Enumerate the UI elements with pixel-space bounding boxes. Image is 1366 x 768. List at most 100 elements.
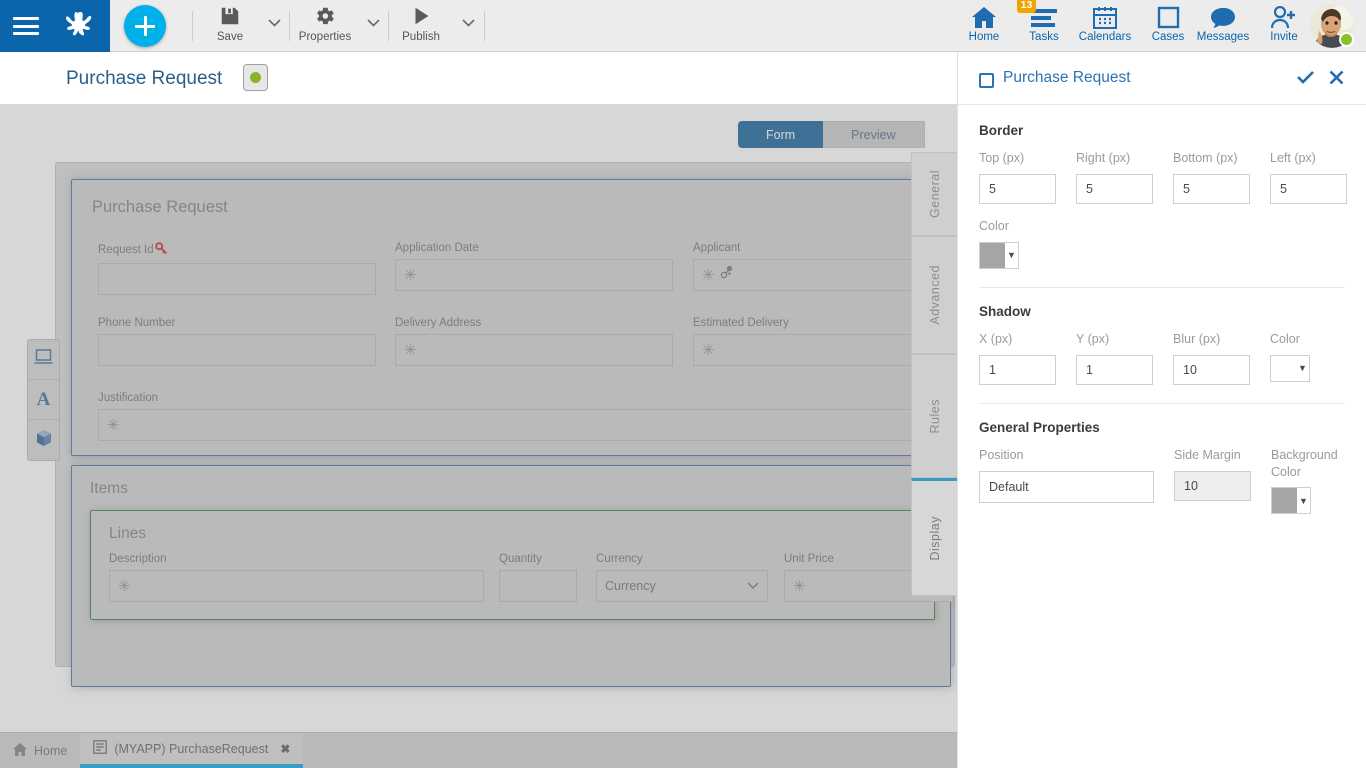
taskbar: Home (MYAPP) PurchaseRequest ✖ (0, 732, 957, 768)
form-doc-icon (93, 740, 108, 757)
avatar[interactable] (1310, 4, 1354, 48)
taskbar-tab-purchase-request[interactable]: (MYAPP) PurchaseRequest ✖ (80, 733, 304, 768)
save-button[interactable]: Save (206, 4, 254, 48)
border-color-picker[interactable]: ▼ (979, 241, 1019, 269)
placeholder-asterisk-icon: ✳ (107, 416, 120, 434)
play-icon (410, 4, 432, 28)
chevron-down-icon: ▼ (1298, 363, 1307, 374)
form-panel-purchase-request[interactable]: Purchase Request Request Id Application … (71, 179, 971, 456)
shadow-y-input[interactable] (1076, 354, 1153, 385)
border-right-label: Right (px) (1076, 151, 1131, 165)
check-icon[interactable] (1297, 70, 1314, 89)
form-panel-title: Purchase Request (92, 198, 228, 216)
chevron-down-icon: ▼ (1299, 495, 1308, 506)
taskbar-tab-home[interactable]: Home (0, 733, 80, 768)
background-color-picker[interactable]: ▼ (1271, 487, 1311, 515)
shadow-section-title: Shadow (979, 303, 1031, 319)
position-select[interactable]: Default (979, 470, 1154, 503)
properties-chevron-down-icon[interactable] (367, 14, 380, 32)
field-quantity-label: Quantity (499, 553, 542, 565)
rail-3d-button[interactable] (28, 420, 59, 460)
nav-calendars[interactable]: Calendars (1076, 3, 1134, 49)
tab-form[interactable]: Form (738, 121, 824, 148)
properties-button[interactable]: Properties (294, 4, 356, 48)
field-request-id-input[interactable] (98, 263, 376, 295)
app-root: Save Properties Publish Home 13 Tasks Ca… (0, 0, 1366, 768)
border-right-cell: Right (px) (1076, 150, 1153, 204)
background-color-cell: Background Color ▼ (1271, 447, 1345, 515)
field-currency-value: Currency (605, 579, 656, 593)
message-icon (1210, 3, 1236, 29)
status-badge[interactable] (243, 64, 268, 91)
field-phone-number-input[interactable] (98, 334, 376, 366)
border-section-title: Border (979, 123, 1024, 138)
page-title: Purchase Request (66, 68, 223, 89)
chevron-down-icon: ▼ (1007, 250, 1016, 261)
border-bottom-label: Bottom (px) (1173, 151, 1238, 165)
shadow-color-picker[interactable]: ▼ (1270, 354, 1310, 382)
nav-home-label: Home (968, 31, 1000, 43)
border-bottom-input[interactable] (1173, 173, 1250, 204)
view-tabs: Form Preview (738, 121, 925, 148)
field-application-date-input[interactable]: ✳ (395, 259, 673, 291)
placeholder-asterisk-icon: ✳ (702, 266, 715, 284)
nav-tasks[interactable]: 13 Tasks (1017, 0, 1066, 49)
frog-logo-icon[interactable] (64, 9, 98, 43)
hamburger-icon[interactable] (12, 17, 39, 35)
close-icon[interactable]: ✖ (280, 742, 290, 756)
shadow-blur-label: Blur (px) (1173, 331, 1221, 346)
key-icon (154, 242, 168, 258)
border-left-input[interactable] (1270, 173, 1347, 204)
border-top-input[interactable] (979, 173, 1056, 204)
field-request-id: Request Id (98, 242, 376, 295)
general-inputs-row: Position Default Side Margin Background … (979, 447, 1345, 515)
field-justification-input[interactable]: ✳ (98, 409, 971, 441)
vtab-general[interactable]: General (911, 152, 958, 236)
properties-header: Purchase Request (958, 52, 1366, 105)
field-currency-select[interactable]: Currency (596, 570, 768, 602)
position-label: Position (979, 447, 1024, 462)
position-cell: Position Default (979, 447, 1154, 515)
add-new-button[interactable] (124, 5, 166, 47)
field-quantity-input[interactable] (499, 570, 577, 602)
toolbar-divider-3 (388, 11, 389, 41)
properties-label: Properties (298, 31, 352, 43)
field-delivery-address-input[interactable]: ✳ (395, 334, 673, 366)
text-letter-a-icon: A (36, 388, 51, 410)
field-description-input[interactable]: ✳ (109, 570, 484, 602)
side-margin-label: Side Margin (1174, 447, 1241, 462)
shadow-blur-input[interactable] (1173, 354, 1250, 385)
tab-preview[interactable]: Preview (823, 121, 925, 148)
rail-device-button[interactable] (28, 340, 59, 380)
close-icon[interactable] (1329, 70, 1344, 88)
side-margin-input[interactable] (1174, 470, 1251, 501)
field-justification-label: Justification (98, 392, 159, 404)
placeholder-asterisk-icon: ✳ (118, 577, 131, 595)
field-description-label: Description (109, 553, 167, 565)
chevron-down-icon (747, 579, 759, 593)
lines-panel-title: Lines (109, 525, 147, 542)
publish-button[interactable]: Publish (394, 4, 448, 48)
nav-invite[interactable]: Invite (1262, 3, 1306, 49)
rail-text-button[interactable]: A (28, 380, 59, 420)
vtab-display[interactable]: Display (911, 478, 958, 596)
form-panel-lines[interactable]: Lines Description ✳ Quantity Currency Cu… (90, 510, 954, 620)
contact-picker-icon[interactable] (719, 265, 734, 285)
border-top-cell: Top (px) (979, 150, 1056, 204)
properties-title: Purchase Request (1003, 69, 1131, 86)
properties-checkbox[interactable] (979, 73, 994, 88)
shadow-blur-cell: Blur (px) (1173, 331, 1250, 385)
border-right-input[interactable] (1076, 173, 1153, 204)
nav-home[interactable]: Home (962, 3, 1006, 49)
form-panel-items[interactable]: Items Lines Description ✳ Quantity Curre… (71, 465, 954, 687)
nav-invite-label: Invite (1270, 31, 1298, 43)
nav-messages[interactable]: Messages (1192, 3, 1254, 49)
vtab-advanced[interactable]: Advanced (911, 236, 958, 354)
shadow-x-input[interactable] (979, 354, 1056, 385)
publish-chevron-down-icon[interactable] (462, 14, 475, 32)
save-chevron-down-icon[interactable] (268, 14, 281, 32)
border-left-label: Left (px) (1270, 151, 1316, 165)
nav-cases[interactable]: Cases (1146, 3, 1190, 49)
vtab-rules[interactable]: Rules (911, 354, 958, 478)
properties-body: Border Top (px) Right (px) Bottom (px) L… (958, 105, 1366, 515)
